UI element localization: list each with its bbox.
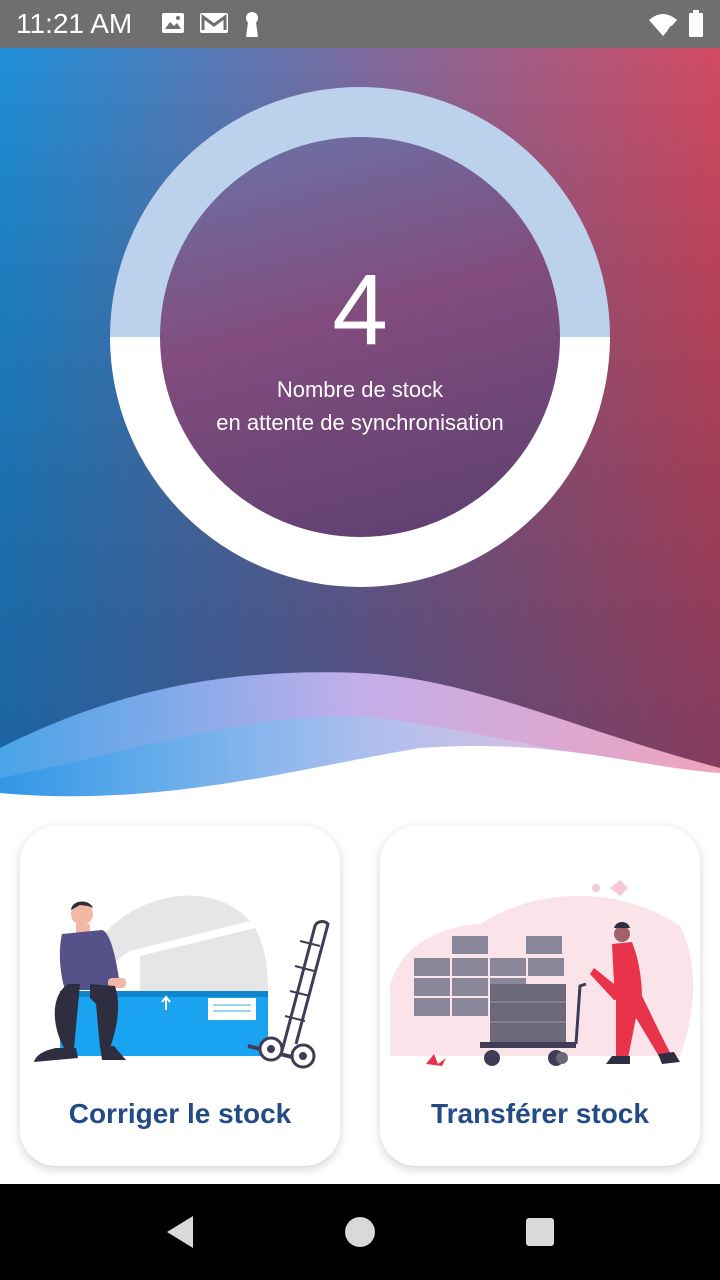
worker-box-handtruck-illustration (34, 895, 330, 1069)
sync-hero: 4 Nombre de stock en attente de synchron… (0, 48, 720, 808)
home-icon (345, 1217, 375, 1247)
pending-stock-label: Nombre de stock en attente de synchronis… (160, 373, 560, 439)
battery-icon (688, 10, 704, 38)
status-bar: 11:21 AM 4 (0, 0, 720, 48)
pending-stock-label-line2: en attente de synchronisation (216, 410, 504, 435)
gmail-icon (198, 10, 230, 38)
wifi-icon: 4 (648, 11, 678, 37)
recents-icon (526, 1218, 554, 1246)
correct-stock-label: Corriger le stock (68, 1098, 292, 1129)
keyhole-icon (242, 10, 262, 38)
sync-counter: 4 Nombre de stock en attente de synchron… (160, 137, 560, 537)
back-button[interactable] (140, 1184, 220, 1280)
recents-button[interactable] (500, 1184, 580, 1280)
status-time: 11:21 AM (16, 8, 133, 39)
sync-counter-ring: 4 Nombre de stock en attente de synchron… (110, 87, 610, 587)
back-icon (167, 1216, 193, 1248)
home-button[interactable] (320, 1184, 400, 1280)
correct-stock-card[interactable]: Corriger le stock (20, 826, 340, 1166)
notification-icons (160, 10, 262, 38)
pending-stock-count: 4 (332, 254, 388, 366)
transfer-stock-card[interactable]: Transférer stock (380, 826, 700, 1166)
system-icons: 4 (648, 10, 704, 38)
navigation-bar (0, 1184, 720, 1280)
image-icon (160, 10, 186, 38)
pending-stock-label-line1: Nombre de stock (276, 377, 444, 402)
svg-text:4: 4 (667, 25, 673, 36)
transfer-stock-label: Transférer stock (431, 1098, 649, 1129)
worker-pushing-cart-illustration (390, 880, 694, 1066)
